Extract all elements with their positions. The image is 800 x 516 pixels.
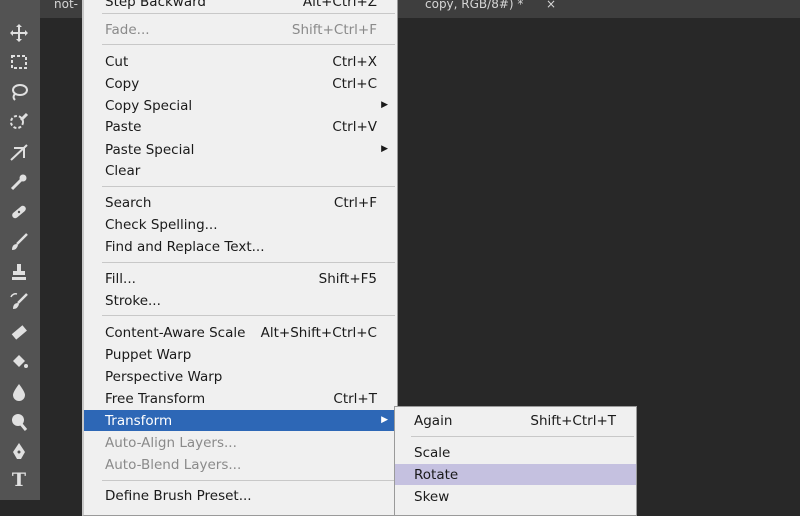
- menu-item-label: Rotate: [414, 466, 459, 483]
- marquee-tool-icon[interactable]: [5, 49, 33, 75]
- menu-separator: [102, 480, 395, 481]
- menu-item-label: Fade...: [105, 21, 150, 38]
- menu-item-shortcut: Shift+Ctrl+T: [530, 412, 616, 429]
- history-brush-tool-icon[interactable]: [5, 289, 33, 315]
- menu-item-label: Define Brush Preset...: [105, 487, 252, 504]
- brush-tool-icon[interactable]: [5, 229, 33, 255]
- menu-item-clear[interactable]: Clear: [84, 160, 397, 181]
- menu-item-cut[interactable]: Cut Ctrl+X: [84, 51, 397, 72]
- menu-item-shortcut: Ctrl+X: [332, 53, 377, 70]
- menu-item-fill[interactable]: Fill... Shift+F5: [84, 268, 397, 289]
- blur-tool-icon[interactable]: [5, 379, 33, 405]
- menu-item-define-brush-preset[interactable]: Define Brush Preset...: [84, 485, 397, 506]
- menu-item-rotate[interactable]: Rotate: [395, 464, 636, 485]
- menu-item-stroke[interactable]: Stroke...: [84, 290, 397, 311]
- lasso-tool-icon[interactable]: [5, 79, 33, 105]
- menu-item-paste[interactable]: Paste Ctrl+V: [84, 116, 397, 137]
- menu-item-shortcut: Ctrl+C: [332, 75, 377, 92]
- paint-bucket-tool-icon[interactable]: [5, 349, 33, 375]
- menu-item-label: Again: [414, 412, 453, 429]
- menu-item-shortcut: Ctrl+T: [333, 390, 377, 407]
- quick-selection-tool-icon[interactable]: [5, 109, 33, 135]
- menu-item-again[interactable]: Again Shift+Ctrl+T: [395, 410, 636, 431]
- menu-item-puppet-warp[interactable]: Puppet Warp: [84, 344, 397, 365]
- menu-item-fade[interactable]: Fade... Shift+Ctrl+F: [84, 19, 397, 40]
- menu-separator: [102, 315, 395, 316]
- menu-separator: [102, 186, 395, 187]
- menu-item-label: Skew: [414, 488, 450, 505]
- dodge-tool-icon[interactable]: [5, 409, 33, 435]
- menu-item-label: Fill...: [105, 270, 136, 287]
- menu-item-copy[interactable]: Copy Ctrl+C: [84, 73, 397, 94]
- menu-item-shortcut: Ctrl+F: [333, 194, 377, 211]
- menu-item-shortcut: Alt+Ctrl+Z: [302, 0, 377, 10]
- clone-stamp-tool-icon[interactable]: [5, 259, 33, 285]
- menu-item-search[interactable]: Search Ctrl+F: [84, 192, 397, 213]
- menu-item-check-spelling[interactable]: Check Spelling...: [84, 214, 397, 235]
- close-tab-icon[interactable]: ×: [546, 0, 556, 11]
- menu-item-label: Free Transform: [105, 390, 206, 407]
- menu-item-label: Find and Replace Text...: [105, 238, 265, 255]
- menu-item-transform[interactable]: Transform ▶: [84, 410, 397, 431]
- type-tool-icon[interactable]: T: [5, 467, 33, 493]
- menu-item-label: Paste Special: [105, 141, 195, 158]
- move-tool-icon[interactable]: [5, 20, 33, 46]
- menu-item-label: Auto-Blend Layers...: [105, 456, 242, 473]
- document-tab-title[interactable]: copy, RGB/8#) *: [425, 0, 523, 11]
- menu-item-shortcut: Shift+F5: [318, 270, 377, 287]
- edit-menu: Step Backward Alt+Ctrl+Z Fade... Shift+C…: [82, 0, 398, 516]
- menu-item-label: Transform: [105, 412, 173, 429]
- menu-item-label: Cut: [105, 53, 129, 70]
- menu-item-label: Step Backward: [105, 0, 206, 10]
- healing-brush-tool-icon[interactable]: [5, 199, 33, 225]
- menu-item-label: Copy Special: [105, 97, 193, 114]
- menu-item-scale[interactable]: Scale: [395, 442, 636, 463]
- menu-item-auto-align-layers[interactable]: Auto-Align Layers...: [84, 432, 397, 453]
- menu-item-skew[interactable]: Skew: [395, 486, 636, 507]
- menu-item-step-backward[interactable]: Step Backward Alt+Ctrl+Z: [84, 0, 397, 12]
- menu-item-label: Search: [105, 194, 152, 211]
- submenu-arrow-icon: ▶: [381, 415, 388, 425]
- menu-separator: [102, 13, 395, 14]
- menu-item-label: Perspective Warp: [105, 368, 223, 385]
- menu-item-copy-special[interactable]: Copy Special ▶: [84, 95, 397, 116]
- menu-item-find-replace-text[interactable]: Find and Replace Text...: [84, 236, 397, 257]
- menu-item-label: Copy: [105, 75, 140, 92]
- menu-separator: [411, 436, 634, 437]
- menu-item-auto-blend-layers[interactable]: Auto-Blend Layers...: [84, 454, 397, 475]
- crop-tool-icon[interactable]: [5, 139, 33, 165]
- menu-separator: [102, 44, 395, 45]
- menu-item-paste-special[interactable]: Paste Special ▶: [84, 139, 397, 160]
- tools-panel: T: [0, 0, 41, 500]
- menu-item-label: Auto-Align Layers...: [105, 434, 237, 451]
- menu-item-perspective-warp[interactable]: Perspective Warp: [84, 366, 397, 387]
- menu-item-label: Clear: [105, 162, 141, 179]
- submenu-arrow-icon: ▶: [381, 100, 388, 110]
- menu-item-label: Paste: [105, 118, 142, 135]
- menu-item-label: Content-Aware Scale: [105, 324, 246, 341]
- menu-item-label: Puppet Warp: [105, 346, 192, 363]
- menu-item-label: Scale: [414, 444, 451, 461]
- menu-separator: [102, 262, 395, 263]
- document-tab-title-left[interactable]: not-: [54, 0, 78, 11]
- eraser-tool-icon[interactable]: [5, 319, 33, 345]
- menu-item-free-transform[interactable]: Free Transform Ctrl+T: [84, 388, 397, 409]
- menu-item-shortcut: Ctrl+V: [332, 118, 377, 135]
- menu-item-shortcut: Alt+Shift+Ctrl+C: [260, 324, 377, 341]
- pen-tool-icon[interactable]: [5, 439, 33, 465]
- menu-item-label: Stroke...: [105, 292, 161, 309]
- submenu-arrow-icon: ▶: [381, 144, 388, 154]
- menu-item-content-aware-scale[interactable]: Content-Aware Scale Alt+Shift+Ctrl+C: [84, 322, 397, 343]
- eyedropper-tool-icon[interactable]: [5, 169, 33, 195]
- menu-item-shortcut: Shift+Ctrl+F: [291, 21, 377, 38]
- menu-item-label: Check Spelling...: [105, 216, 218, 233]
